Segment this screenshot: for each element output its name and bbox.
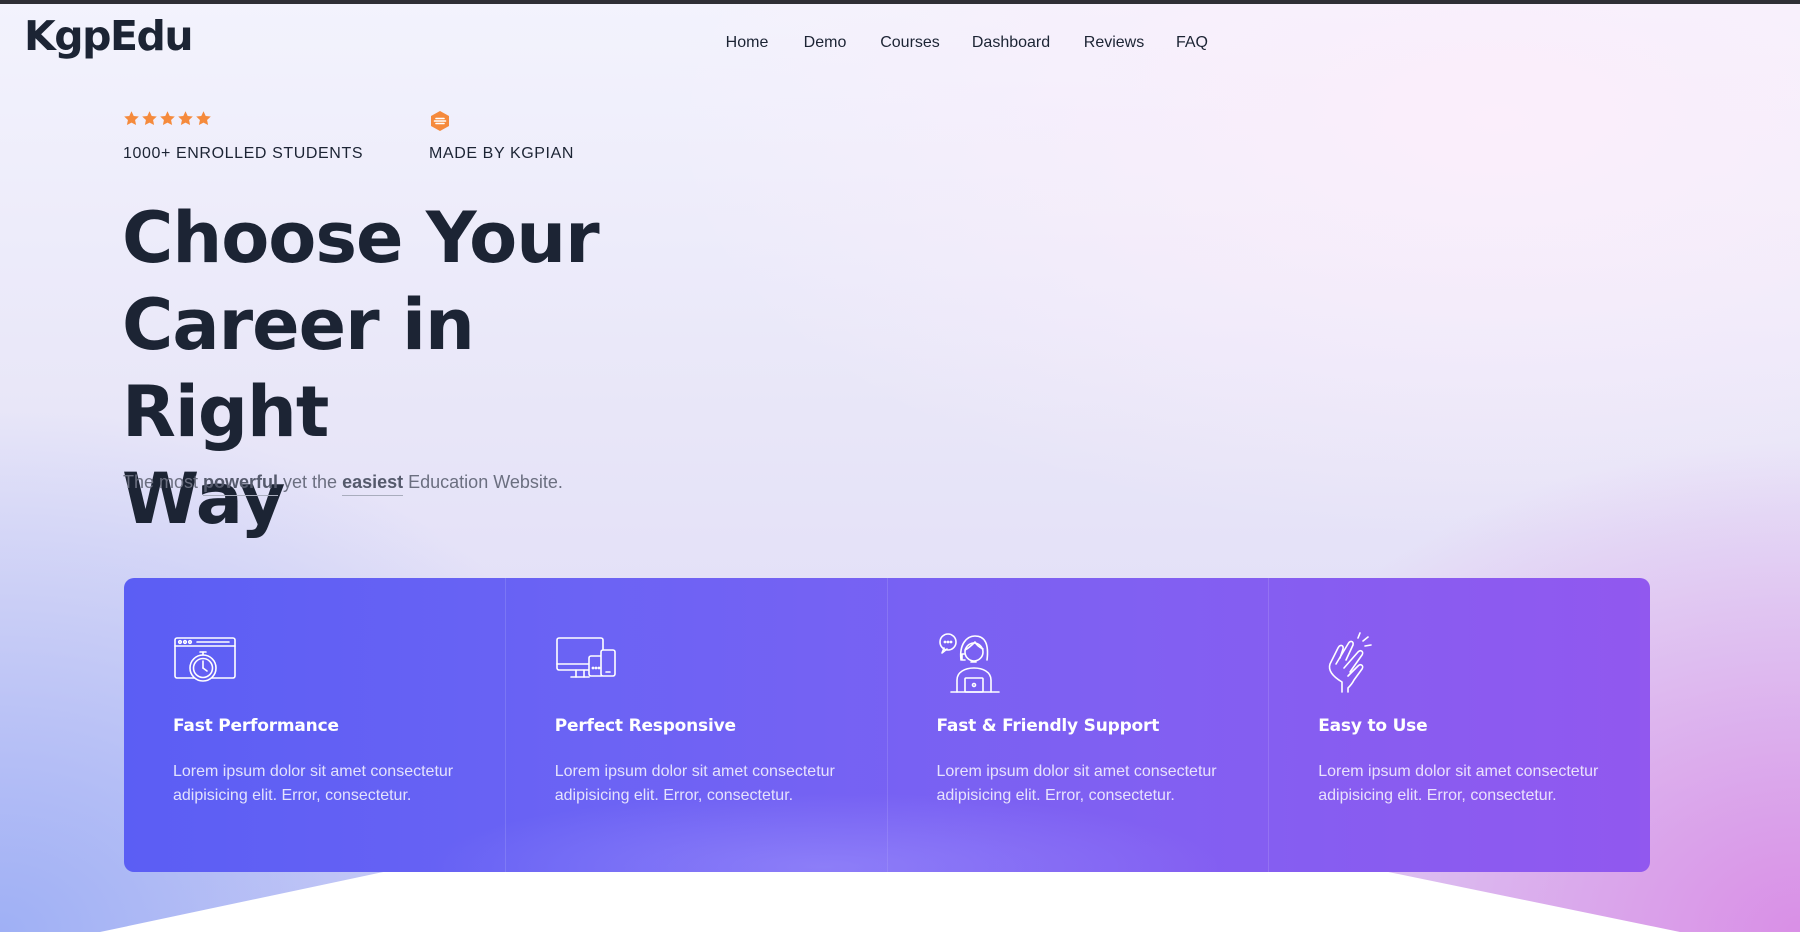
rating-stars <box>123 110 212 127</box>
nav-courses-link[interactable]: Courses <box>880 34 940 52</box>
subtitle-text: yet the <box>278 472 343 492</box>
hero-title-line: Choose Your <box>122 197 600 279</box>
nav-faq-link[interactable]: FAQ <box>1176 34 1208 52</box>
made-by-text: MADE BY KGPIAN <box>429 145 575 162</box>
hero-title-line: Way <box>122 458 285 540</box>
feature-title: Perfect Responsive <box>554 716 736 736</box>
feature-description: Lorem ipsum dolor sit amet consectetur a… <box>173 763 454 804</box>
feature-description: Lorem ipsum dolor sit amet consectetur a… <box>554 763 835 804</box>
support-agent-icon <box>938 633 1000 693</box>
features-panel: Fast Performance Lorem ipsum dolor sit a… <box>124 578 1650 872</box>
devices-icon <box>555 637 616 678</box>
hero-subtitle: The most powerful yet the easiest Educat… <box>123 472 563 496</box>
hexagon-lines-icon <box>431 111 449 131</box>
feature-card: Easy to Use Lorem ipsum dolor sit amet c… <box>1269 578 1650 872</box>
hand-gesture-icon <box>1328 632 1373 693</box>
subtitle-text: Education Website. <box>403 472 563 492</box>
star-icon <box>124 111 139 126</box>
feature-description: Lorem ipsum dolor sit amet consectetur a… <box>1318 763 1599 804</box>
feature-title: Fast Performance <box>173 716 339 736</box>
star-icon <box>160 111 175 126</box>
star-icon <box>196 111 211 126</box>
nav-reviews-link[interactable]: Reviews <box>1084 34 1144 52</box>
hero-title-line: Career in Right <box>122 284 475 453</box>
feature-card: Perfect Responsive Lorem ipsum dolor sit… <box>506 578 888 872</box>
nav-dashboard-link[interactable]: Dashboard <box>972 34 1050 52</box>
feature-description: Lorem ipsum dolor sit amet consectetur a… <box>936 763 1217 804</box>
feature-card: Fast & Friendly Support Lorem ipsum dolo… <box>888 578 1270 872</box>
feature-title: Fast & Friendly Support <box>936 716 1160 736</box>
students-badge: 1000+ ENROLLED STUDENTS <box>123 110 363 162</box>
stopwatch-browser-icon <box>174 637 236 682</box>
star-icon <box>142 111 157 126</box>
nav-home-link[interactable]: Home <box>726 34 769 52</box>
top-border <box>0 0 1800 4</box>
subtitle-emphasis-powerful: powerful <box>203 472 279 496</box>
star-icon <box>178 111 193 126</box>
subtitle-emphasis-easiest: easiest <box>342 472 404 496</box>
feature-title: Easy to Use <box>1318 716 1428 736</box>
enrolled-students-text: 1000+ ENROLLED STUDENTS <box>123 145 364 162</box>
nav-demo-link[interactable]: Demo <box>804 34 847 52</box>
subtitle-text: The most <box>123 472 204 492</box>
main-nav: Home Demo Courses Dashboard Reviews FAQ <box>0 34 1800 58</box>
maker-badge: MADE BY KGPIAN <box>429 110 573 162</box>
feature-card: Fast Performance Lorem ipsum dolor sit a… <box>124 578 506 872</box>
